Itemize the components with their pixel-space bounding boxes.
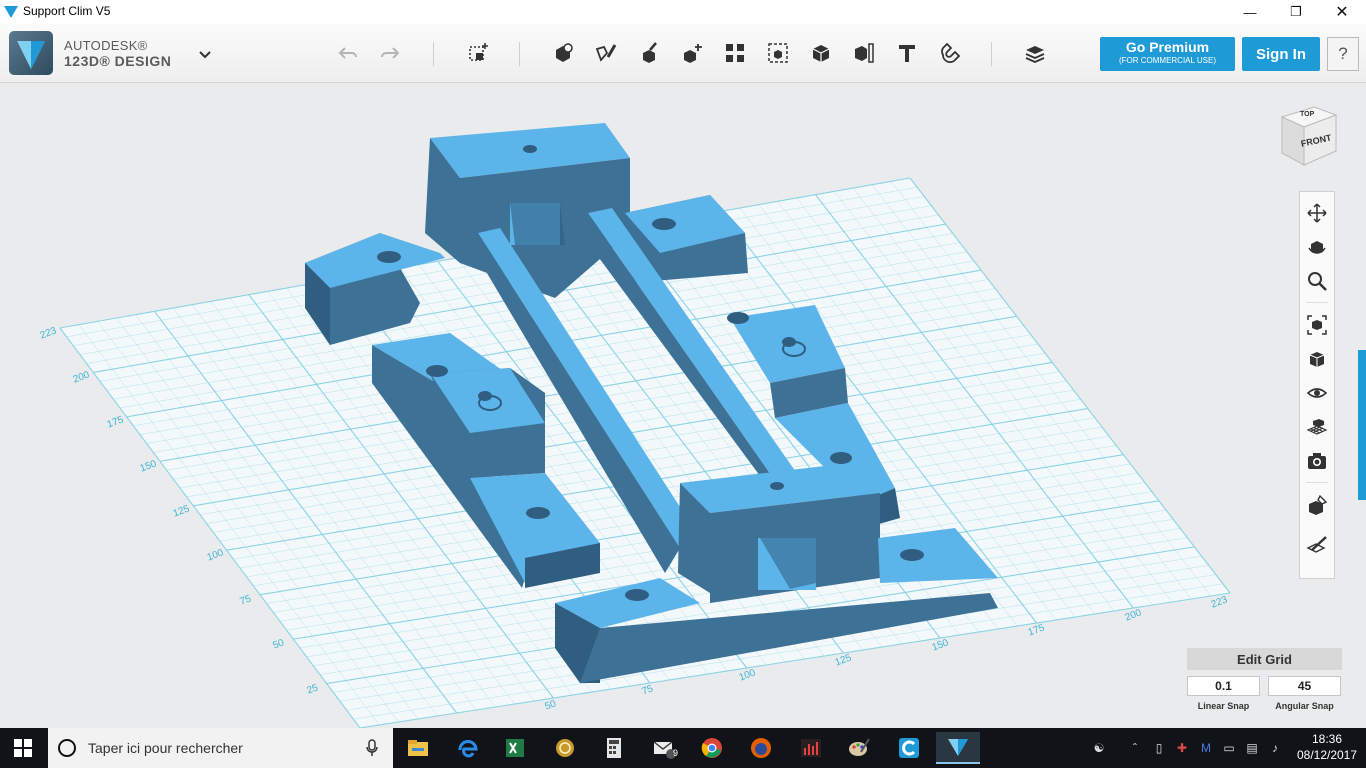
linear-snap-label: Linear Snap [1197, 701, 1250, 711]
search-placeholder: Taper ici pour rechercher [88, 740, 243, 756]
brand-name: AUTODESK® [64, 38, 148, 53]
edit-grid-button[interactable]: Edit Grid [1187, 648, 1342, 670]
cortana-icon[interactable] [58, 739, 76, 757]
123d-design-taskbar-icon[interactable] [936, 732, 980, 764]
taskbar-search[interactable]: Taper ici pour rechercher [48, 728, 393, 768]
sketch-icon[interactable] [590, 37, 622, 69]
undo-icon[interactable] [332, 37, 364, 69]
combine-icon[interactable] [805, 37, 837, 69]
microphone-icon[interactable] [366, 739, 378, 757]
fit-icon[interactable] [1305, 313, 1329, 337]
go-premium-button[interactable]: Go Premium (FOR COMMERCIAL USE) [1100, 37, 1235, 71]
measure-icon[interactable] [848, 37, 880, 69]
maximize-icon[interactable]: ❐ [1273, 0, 1319, 24]
calculator-icon[interactable] [598, 732, 630, 764]
file-explorer-icon[interactable] [402, 732, 434, 764]
material-icon[interactable] [1019, 37, 1051, 69]
security-icon[interactable]: ✚ [1173, 738, 1191, 758]
redo-icon[interactable] [374, 37, 406, 69]
excel-icon[interactable] [499, 732, 531, 764]
pan-icon[interactable] [1305, 201, 1329, 225]
angular-snap-field[interactable]: 45 [1268, 676, 1341, 696]
chevron-up-icon[interactable]: ˆ [1126, 738, 1144, 758]
edit-grid-icon[interactable] [1305, 533, 1329, 557]
system-clock[interactable]: 18:36 08/12/2017 [1294, 731, 1360, 763]
network-icon[interactable]: ▤ [1243, 738, 1261, 758]
title-bar: Support Clim V5 — ❐ ✕ [0, 0, 1366, 24]
linear-snap-field[interactable]: 0.1 [1187, 676, 1260, 696]
mail-badge: 9 [673, 748, 679, 758]
grid-icon[interactable] [1305, 415, 1329, 439]
windows-start-icon[interactable] [14, 739, 32, 757]
paint-icon[interactable] [843, 732, 875, 764]
navbar-divider [1306, 482, 1328, 483]
app-icon-gold[interactable] [549, 732, 581, 764]
c-app-icon[interactable] [893, 732, 925, 764]
pattern-icon[interactable] [719, 37, 751, 69]
m-app-icon[interactable]: M [1197, 738, 1215, 758]
screenshot-icon[interactable] [1305, 449, 1329, 473]
edit-grid-panel: Edit Grid 0.1 45 Linear Snap Angular Sna… [1187, 648, 1342, 720]
navigation-bar [1299, 191, 1335, 579]
minimize-icon[interactable]: — [1227, 0, 1273, 24]
primitives-icon[interactable] [547, 37, 579, 69]
model-scene[interactable] [0, 83, 1366, 728]
zoom-icon[interactable] [1305, 269, 1329, 293]
visibility-icon[interactable] [1305, 381, 1329, 405]
toolbar-divider [433, 42, 434, 66]
orbit-icon[interactable] [1305, 235, 1329, 259]
product-name: 123D® DESIGN [64, 53, 172, 69]
toolbar-divider [991, 42, 992, 66]
view-cube[interactable]: TOP FRONT [1274, 99, 1344, 171]
main-toolbar: AUTODESK® 123D® DESIGN Go Premium (FOR C… [0, 24, 1366, 83]
modify-icon[interactable] [676, 37, 708, 69]
chevron-down-icon[interactable] [196, 45, 214, 63]
clock-time: 18:36 [1311, 732, 1343, 746]
side-panel-tab[interactable] [1358, 350, 1366, 500]
windows-taskbar: Taper ici pour rechercher 9 ☯ ˆ ▯ ✚ M ▭ … [0, 728, 1366, 768]
toolbar-divider [519, 42, 520, 66]
material-icon[interactable] [1305, 493, 1329, 517]
construct-icon[interactable] [633, 37, 665, 69]
group-icon[interactable] [762, 37, 794, 69]
edge-browser-icon[interactable] [452, 732, 484, 764]
3d-viewport[interactable]: 223 200 175 150 125 100 75 50 25 50 75 100 125 150 175… [0, 83, 1366, 728]
angular-snap-label: Angular Snap [1275, 701, 1334, 711]
equalizer-app-icon[interactable] [795, 732, 827, 764]
close-icon[interactable]: ✕ [1319, 0, 1365, 24]
help-button[interactable]: ? [1327, 37, 1359, 71]
volume-icon[interactable]: ♪ [1266, 738, 1284, 758]
text-icon[interactable] [891, 37, 923, 69]
sign-in-button[interactable]: Sign In [1242, 37, 1320, 71]
mail-icon[interactable]: 9 [648, 732, 680, 764]
window-title: Support Clim V5 [23, 4, 111, 18]
navbar-divider [1306, 302, 1328, 303]
firefox-icon[interactable] [745, 732, 777, 764]
usb-icon[interactable]: ▯ [1150, 738, 1168, 758]
people-icon[interactable]: ☯ [1090, 738, 1108, 758]
view-icon[interactable] [1305, 347, 1329, 371]
snap-icon[interactable] [934, 37, 966, 69]
clock-date: 08/12/2017 [1296, 748, 1358, 762]
monitor-icon[interactable]: ▭ [1220, 738, 1238, 758]
chrome-icon[interactable] [696, 732, 728, 764]
transform-icon[interactable] [462, 37, 494, 69]
app-logo[interactable] [9, 31, 53, 75]
app-icon [4, 6, 18, 18]
svg-text:TOP: TOP [1300, 111, 1315, 118]
